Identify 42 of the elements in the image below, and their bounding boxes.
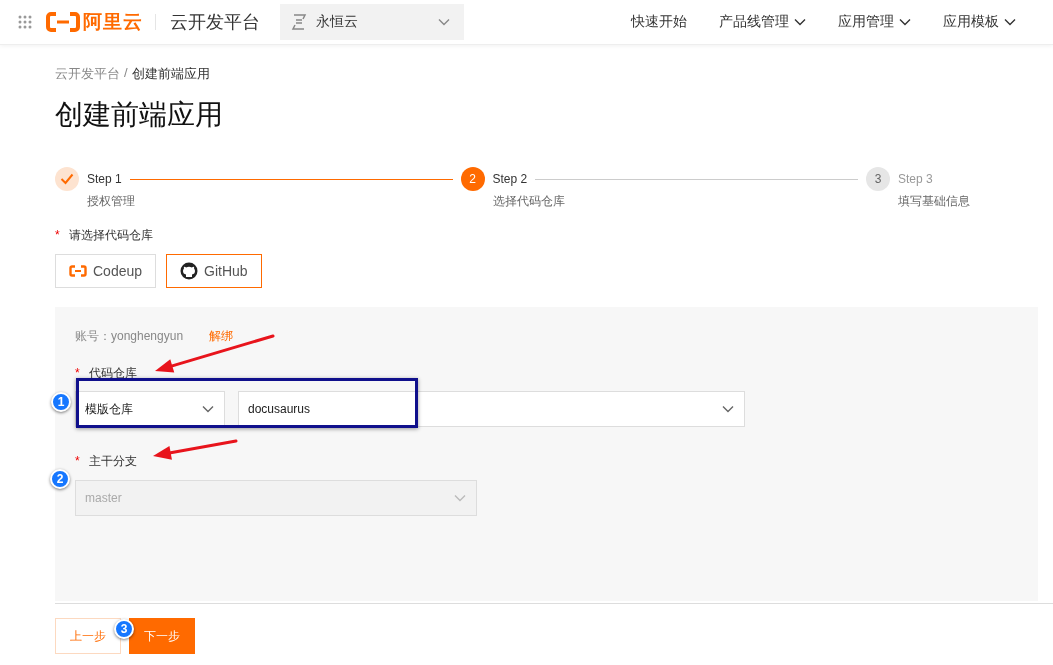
required-mark: *	[75, 366, 80, 380]
workspace-icon	[290, 13, 308, 31]
chevron-down-icon	[722, 405, 734, 413]
field-label: 主干分支	[88, 452, 137, 470]
checkmark-icon	[60, 173, 74, 185]
callout-badge: 2	[50, 469, 70, 489]
step-description: 选择代码仓库	[492, 193, 566, 210]
nav-link[interactable]: 应用模板	[943, 13, 1016, 31]
field-label: 请选择代码仓库	[68, 226, 153, 244]
chevron-down-icon	[454, 494, 466, 502]
required-mark: *	[55, 228, 60, 242]
required-mark: *	[75, 454, 80, 468]
step-description: 填写基础信息	[898, 193, 971, 210]
nav-link[interactable]: 应用管理	[838, 13, 911, 31]
step-title: Step 3	[898, 172, 933, 186]
chevron-down-icon	[438, 18, 450, 26]
field-label: 代码仓库	[88, 364, 137, 382]
product-title: 云开发平台	[170, 11, 260, 34]
step-number: 3	[874, 172, 882, 186]
step-description: 授权管理	[87, 193, 136, 210]
breadcrumb-item: 创建前端应用	[131, 65, 210, 81]
step-title: Step 1	[87, 172, 122, 186]
breadcrumb-separator: /	[124, 65, 128, 81]
workspace-select[interactable]: 永恒云	[280, 4, 464, 40]
chevron-down-icon	[202, 405, 214, 413]
breadcrumb-item[interactable]: 云开发平台	[55, 65, 120, 81]
page-title: 创建前端应用	[55, 98, 224, 132]
repo-select[interactable]: docusaurus	[238, 391, 745, 427]
octocat-icon	[180, 262, 199, 280]
step-title: Step 2	[492, 172, 528, 186]
source-option[interactable]: GitHub	[166, 254, 262, 288]
logo-text: 阿里云	[83, 10, 143, 34]
app-grid-icon[interactable]	[18, 15, 32, 29]
bracket-logo-icon	[69, 265, 87, 277]
account-text: 账号：yonghengyun	[75, 327, 184, 345]
nav-link[interactable]: 快速开始	[631, 13, 687, 31]
bracket-logo-icon	[46, 12, 80, 32]
nav-link[interactable]: 产品线管理	[719, 13, 806, 31]
callout-badge: 1	[51, 392, 71, 412]
step-number: 2	[469, 172, 476, 186]
source-option[interactable]: Codeup	[55, 254, 157, 288]
repo-type-select[interactable]: 模版仓库	[75, 391, 225, 427]
